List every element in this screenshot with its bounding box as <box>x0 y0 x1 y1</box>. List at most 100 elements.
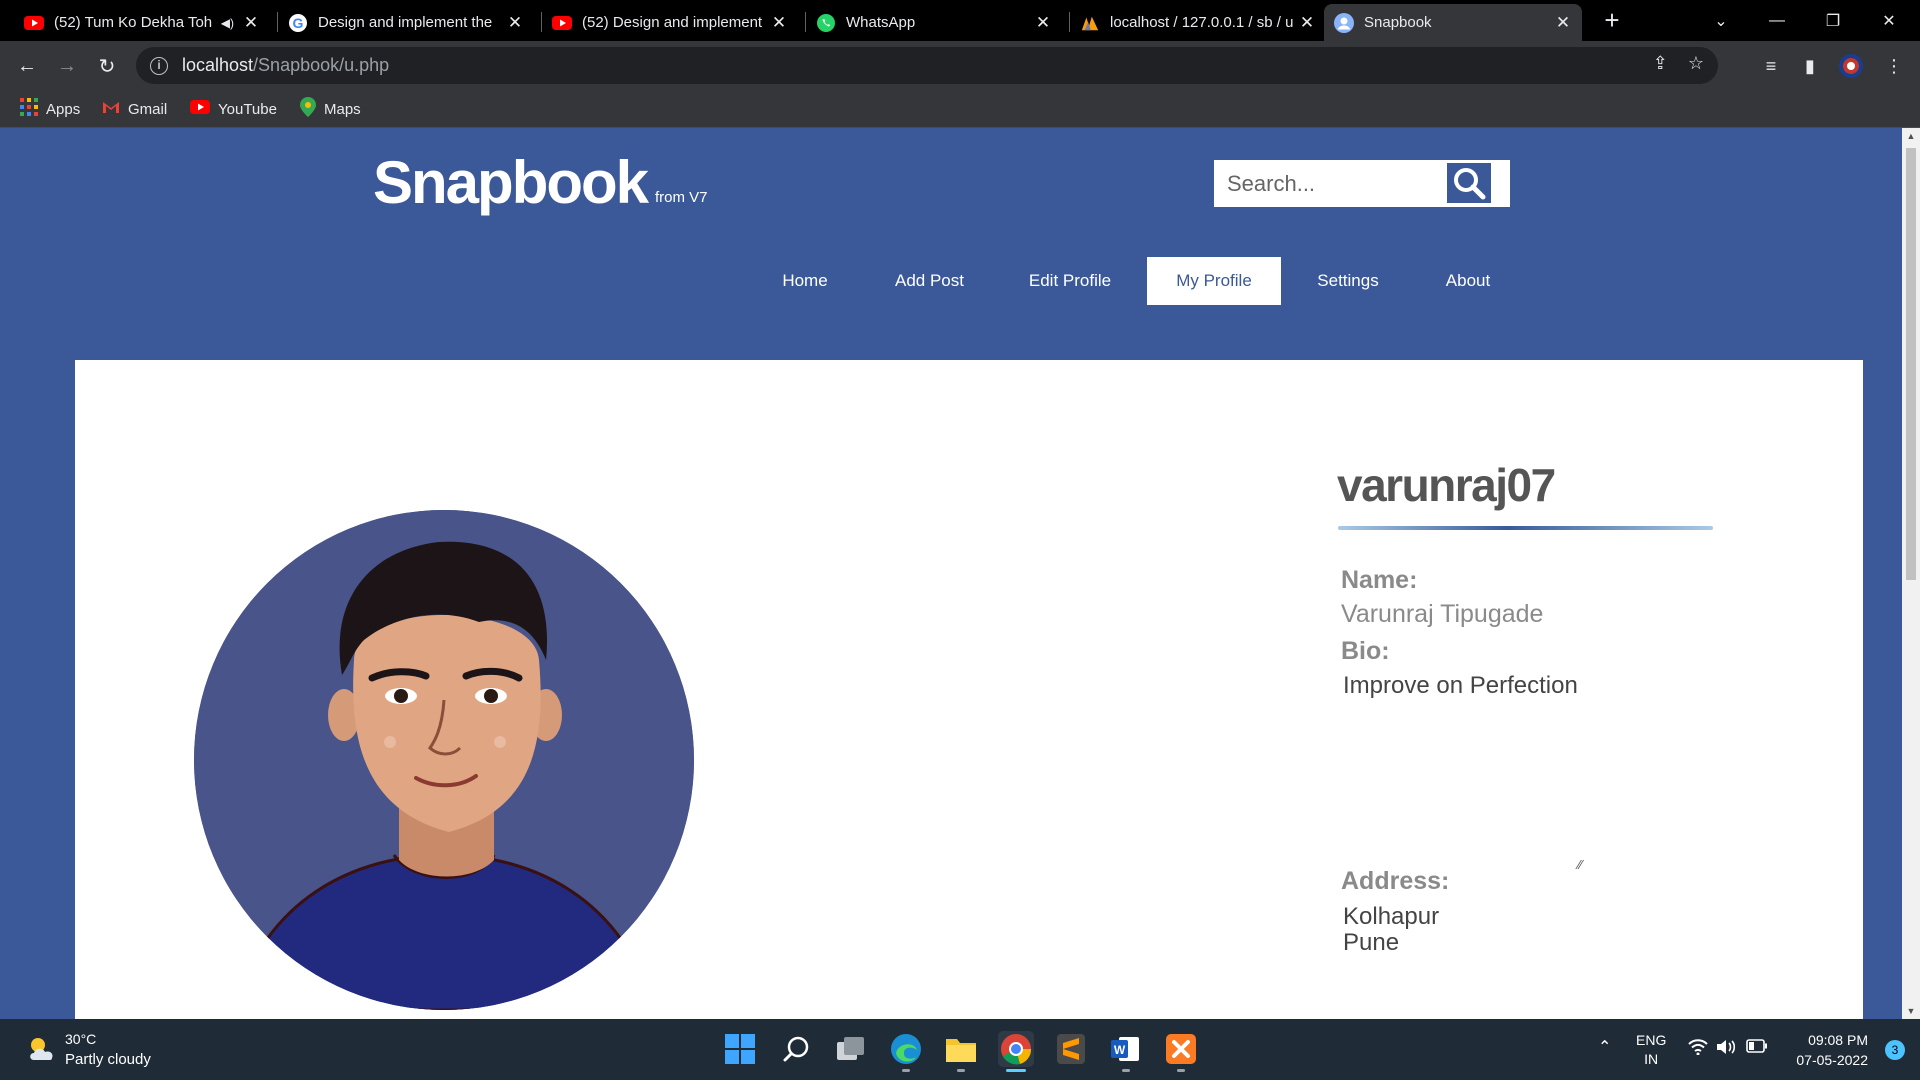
browser-tabstrip: (52) Tum Ko Dekha Toh ◀) ✕ G Design and … <box>0 0 1920 41</box>
address-label: Address: <box>1341 867 1450 895</box>
bookmark-youtube[interactable]: YouTube <box>190 98 277 120</box>
browser-toolbar: ← → ↻ i localhost/Snapbook/u.php ⇪ ☆ ≡ ▮… <box>0 41 1920 90</box>
nav-home[interactable]: Home <box>762 257 848 305</box>
tab-snapbook[interactable]: Snapbook ✕ <box>1324 4 1582 41</box>
bio-value: Improve on Perfection <box>1343 672 1578 699</box>
bookmark-maps[interactable]: Maps <box>300 97 361 121</box>
youtube-icon <box>190 100 210 118</box>
address-bar[interactable]: i localhost/Snapbook/u.php ⇪ ☆ <box>136 47 1718 84</box>
profile-avatar-icon[interactable] <box>1838 53 1864 79</box>
reload-icon[interactable]: ↻ <box>92 51 122 81</box>
sublime-text-icon[interactable] <box>1053 1031 1089 1067</box>
tab-title: Snapbook <box>1364 14 1432 31</box>
close-icon[interactable]: ✕ <box>240 13 262 33</box>
svg-text:G: G <box>293 15 304 31</box>
tab-youtube-design[interactable]: (52) Design and implement ✕ <box>542 4 798 41</box>
url-host: localhost <box>182 55 254 75</box>
file-explorer-icon[interactable] <box>943 1031 979 1072</box>
volume-icon[interactable] <box>1716 1039 1738 1058</box>
back-icon[interactable]: ← <box>12 51 42 81</box>
forward-icon[interactable]: → <box>52 51 82 81</box>
google-icon: G <box>288 13 308 33</box>
profile-portrait-image <box>194 510 694 1010</box>
side-panel-icon[interactable]: ▮ <box>1797 53 1823 79</box>
tab-search-icon[interactable]: ⌄ <box>1693 0 1749 41</box>
username-underline <box>1338 526 1713 530</box>
gmail-icon <box>102 100 120 118</box>
name-label: Name: <box>1341 566 1418 594</box>
address-line: Pune <box>1343 929 1400 956</box>
close-icon[interactable]: ✕ <box>768 13 790 33</box>
new-tab-button[interactable]: + <box>1597 6 1627 36</box>
tab-title: (52) Design and implement <box>582 14 763 31</box>
profile-avatar <box>194 510 694 1010</box>
scroll-up-icon[interactable]: ▲ <box>1902 128 1920 144</box>
scroll-down-icon[interactable]: ▼ <box>1902 1003 1920 1019</box>
nav-add-post[interactable]: Add Post <box>878 257 981 305</box>
tab-whatsapp[interactable]: WhatsApp ✕ <box>806 4 1062 41</box>
site-logo[interactable]: Snapbook <box>373 148 649 217</box>
nav-settings[interactable]: Settings <box>1306 257 1390 305</box>
notification-badge[interactable]: 3 <box>1885 1040 1905 1060</box>
close-icon[interactable]: ✕ <box>504 13 526 33</box>
windows-taskbar: 30°C Partly cloudy W ⌃ ENG IN 09:08 PM 0… <box>0 1019 1920 1080</box>
tray-overflow-icon[interactable]: ⌃ <box>1598 1037 1611 1057</box>
search-button[interactable] <box>1447 163 1491 203</box>
menu-icon[interactable]: ⋮ <box>1881 53 1907 79</box>
name-value: Varunraj Tipugade <box>1341 600 1544 628</box>
nav-about[interactable]: About <box>1424 257 1512 305</box>
tab-title: WhatsApp <box>846 14 916 31</box>
close-window-button[interactable]: ✕ <box>1861 0 1917 41</box>
bookmark-gmail[interactable]: Gmail <box>102 98 167 120</box>
close-icon[interactable]: ✕ <box>1552 13 1574 33</box>
page-viewport: Snapbook from V7 Home Add Post Edit Prof… <box>0 128 1902 1019</box>
tab-google[interactable]: G Design and implement the ✕ <box>278 4 534 41</box>
restore-button[interactable]: ❐ <box>1805 0 1861 41</box>
logo-subtitle: from V7 <box>655 189 708 206</box>
battery-icon[interactable] <box>1746 1039 1768 1056</box>
wifi-icon[interactable] <box>1688 1039 1708 1059</box>
page-scrollbar[interactable]: ▲ ▼ <box>1902 128 1920 1019</box>
youtube-icon <box>24 13 44 33</box>
info-icon[interactable]: i <box>150 56 168 75</box>
tab-title: (52) Tum Ko Dekha Toh <box>54 14 213 31</box>
bookmark-star-icon[interactable]: ☆ <box>1688 53 1704 74</box>
maps-pin-icon <box>300 97 316 121</box>
weather-temperature[interactable]: 30°C <box>65 1031 96 1047</box>
bookmark-apps[interactable]: Apps <box>20 98 80 120</box>
close-icon[interactable]: ✕ <box>1296 13 1318 33</box>
edge-browser-icon[interactable] <box>888 1031 924 1072</box>
search-icon[interactable] <box>778 1031 814 1067</box>
partly-cloudy-icon[interactable] <box>26 1034 58 1062</box>
tab-phpmyadmin[interactable]: localhost / 127.0.0.1 / sb / u ✕ <box>1070 4 1326 41</box>
search-input[interactable] <box>1227 163 1457 204</box>
windows-start-icon[interactable] <box>722 1031 758 1067</box>
tab-youtube-song[interactable]: (52) Tum Ko Dekha Toh ◀) ✕ <box>14 4 270 41</box>
task-view-icon[interactable] <box>833 1031 869 1067</box>
word-icon[interactable]: W <box>1108 1031 1144 1072</box>
tab-title: localhost / 127.0.0.1 / sb / u <box>1110 14 1294 31</box>
resize-grip-icon[interactable]: ⁄⁄ <box>1578 857 1582 872</box>
scroll-thumb[interactable] <box>1906 148 1916 580</box>
reading-list-icon[interactable]: ≡ <box>1758 53 1784 79</box>
nav-my-profile[interactable]: My Profile <box>1147 257 1281 305</box>
profile-card: varunraj07 Name: Varunraj Tipugade Bio: … <box>75 360 1863 1019</box>
language-indicator[interactable]: ENG IN <box>1636 1031 1666 1069</box>
search-icon <box>1454 168 1486 200</box>
share-icon[interactable]: ⇪ <box>1653 53 1668 74</box>
whatsapp-icon <box>816 13 836 33</box>
speaker-icon[interactable]: ◀) <box>221 16 234 30</box>
nav-edit-profile[interactable]: Edit Profile <box>1015 257 1125 305</box>
bio-label: Bio: <box>1341 637 1390 665</box>
xampp-icon[interactable] <box>1163 1031 1199 1072</box>
chrome-icon[interactable] <box>998 1031 1034 1072</box>
url-path: /Snapbook/u.php <box>253 55 390 75</box>
profile-username: varunraj07 <box>1337 459 1556 511</box>
apps-grid-icon <box>20 98 38 120</box>
youtube-icon <box>552 13 572 33</box>
close-icon[interactable]: ✕ <box>1032 13 1054 33</box>
system-clock[interactable]: 09:08 PM 07-05-2022 <box>1796 1030 1868 1070</box>
weather-description[interactable]: Partly cloudy <box>65 1051 151 1068</box>
minimize-button[interactable]: — <box>1749 0 1805 41</box>
bookmarks-bar: Apps Gmail YouTube Maps <box>0 90 1920 128</box>
